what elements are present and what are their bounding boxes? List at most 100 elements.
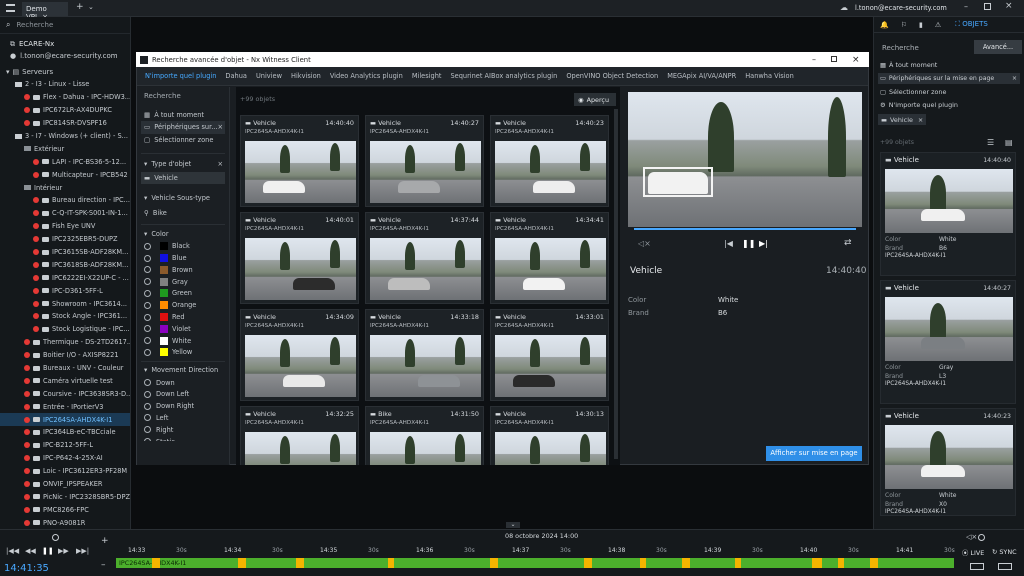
color-option[interactable]: Blue <box>137 252 229 264</box>
close-icon[interactable]: × <box>1005 1 1013 11</box>
resource-search[interactable]: ⌕ Recherche <box>0 17 130 34</box>
timeline-event-marker[interactable] <box>238 558 246 568</box>
plugin-tab[interactable]: Dahua <box>225 72 247 80</box>
tree-item[interactable]: PNO-A9081R <box>0 516 130 529</box>
tree-item[interactable]: Loic - IPC3612ER3-PF28M <box>0 465 130 478</box>
seek-bar[interactable] <box>634 228 856 230</box>
color-option[interactable]: Yellow <box>137 347 229 359</box>
tree-item[interactable]: Flex - Dahua - IPC-HDW3... <box>0 91 130 104</box>
loop-icon[interactable]: ⇄ <box>844 238 852 248</box>
video-preview[interactable] <box>628 92 862 227</box>
tree-item[interactable]: IPC264SA-AHDX4K-I1 <box>0 413 130 427</box>
radio-icon[interactable] <box>144 438 151 441</box>
color-option[interactable]: Black <box>137 240 229 252</box>
plugin-tab[interactable]: Uniview <box>256 72 282 80</box>
motion-icon[interactable]: ⚐ <box>901 21 907 29</box>
direction-option[interactable]: Left <box>137 412 229 424</box>
result-card[interactable]: ▬ Vehicle 14:40:40 IPC264SA-AHDX4K-I1 <box>240 115 359 207</box>
color-option[interactable]: White <box>137 335 229 347</box>
speed-knob-icon[interactable] <box>978 534 985 541</box>
dialog-maximize-icon[interactable] <box>831 56 837 62</box>
timeline-event-marker[interactable] <box>735 558 741 568</box>
tree-item[interactable]: 3 - I7 - Windows (+ client) - S... <box>0 130 130 143</box>
layout-tab[interactable]: Demo VPI× <box>22 2 68 21</box>
list-view-icon[interactable]: ☰ <box>987 138 994 147</box>
pause-icon[interactable]: ❚❚ <box>42 547 54 555</box>
color-option[interactable]: Orange <box>137 299 229 311</box>
pause-icon[interactable]: ❚❚ <box>742 239 755 248</box>
direction-option[interactable]: Right <box>137 424 229 436</box>
zoom-in-icon[interactable]: + <box>101 536 109 546</box>
direction-option[interactable]: Down <box>137 377 229 389</box>
tree-item[interactable]: 2 - I3 - Linux - Lisse <box>0 78 130 91</box>
object-type-header[interactable]: ▾ Type d'objet × <box>137 158 229 170</box>
tree-item[interactable]: C-Q-IT-SPK-S001-IN-1... <box>0 207 130 220</box>
plugin-tab[interactable]: Video Analytics plugin <box>330 72 403 80</box>
right-device-filter[interactable]: ▭ Périphériques sur la mise en page × <box>878 73 1020 84</box>
current-user[interactable]: ● l.tonon@ecare-security.com <box>0 50 130 62</box>
tree-item[interactable]: Caméra virtuelle test <box>0 374 130 387</box>
direction-option[interactable]: Down Left <box>137 388 229 400</box>
tree-item[interactable]: PicNic - IPC2328SBR5-DPZ <box>0 491 130 504</box>
show-on-layout-button[interactable]: Afficher sur mise en page <box>766 446 862 461</box>
radio-icon[interactable] <box>144 390 151 398</box>
warning-icon[interactable]: ⚠ <box>935 21 941 29</box>
servers-group[interactable]: ▾ ▤ Serveurs <box>0 65 130 78</box>
results-scrollbar[interactable] <box>614 109 618 459</box>
radio-icon[interactable] <box>144 414 151 422</box>
radio-icon[interactable] <box>144 289 151 297</box>
minimize-icon[interactable]: – <box>964 2 968 11</box>
maximize-icon[interactable] <box>984 3 991 10</box>
right-zone-filter[interactable]: ▢ Sélectionner zone <box>880 88 946 96</box>
zoom-out-icon[interactable]: – <box>101 560 106 570</box>
timeline-event-marker[interactable] <box>682 558 690 568</box>
plugin-tab[interactable]: MEGApix AI/VA/ANPR <box>667 72 736 80</box>
result-card[interactable]: ▬ Vehicle 14:33:18 IPC264SA-AHDX4K-I1 <box>365 309 484 401</box>
color-option[interactable]: Red <box>137 311 229 323</box>
device-filter[interactable]: ▭ Périphériques sur... × <box>141 121 225 134</box>
radio-icon[interactable] <box>144 313 151 321</box>
event-card[interactable]: ▬ Vehicle 14:40:23 Color White Brand X0 IPC264… <box>880 408 1016 516</box>
notifications-icon[interactable]: 🔔 <box>880 21 889 29</box>
right-plugin-filter[interactable]: ⚙ N'importe quel plugin <box>880 101 958 109</box>
radio-icon[interactable] <box>144 301 151 309</box>
previous-frame-icon[interactable]: |◀ <box>724 239 733 248</box>
tree-item[interactable]: Bureau direction - IPC... <box>0 194 130 207</box>
tree-item[interactable]: IPC3615SB-ADF28KM... <box>0 246 130 259</box>
tree-item[interactable]: Fish Eye UNV <box>0 220 130 233</box>
tree-item[interactable]: IPC814SR-DVSPF16 <box>0 117 130 130</box>
resource-search-input[interactable]: Recherche <box>16 21 53 29</box>
tree-item[interactable]: ONVIF_IPSPEAKER <box>0 478 130 491</box>
skip-forward-icon[interactable]: ▶▶| <box>76 547 89 555</box>
tree-item[interactable]: Boitier I/O - AXISP8221 <box>0 349 130 362</box>
color-option[interactable]: Violet <box>137 323 229 335</box>
clear-type-icon[interactable]: × <box>217 160 223 168</box>
preview-toggle-button[interactable]: ◉ Aperçu <box>574 93 616 106</box>
timeline-event-marker[interactable] <box>296 558 304 568</box>
zone-filter[interactable]: ▢ Sélectionner zone <box>137 134 229 146</box>
radio-icon[interactable] <box>144 254 151 262</box>
timeline-event-marker[interactable] <box>388 558 394 568</box>
tree-item[interactable]: Multicapteur - IPCB542 <box>0 168 130 181</box>
advanced-button[interactable]: Avancé... <box>974 40 1022 54</box>
tree-item[interactable]: IPC2325EBR5-DUPZ <box>0 233 130 246</box>
radio-icon[interactable] <box>144 242 151 250</box>
radio-icon[interactable] <box>144 348 151 356</box>
result-card[interactable]: ▬ Bike 14:31:50 IPC264SA-AHDX4K-I1 <box>365 406 484 465</box>
add-tab-icon[interactable]: + <box>76 2 84 12</box>
tree-item[interactable]: Stock Angle - IPC361... <box>0 310 130 323</box>
radio-icon[interactable] <box>144 325 151 333</box>
radio-icon[interactable] <box>144 266 151 274</box>
tree-item[interactable]: IPC3618SB-ADF28KM... <box>0 258 130 271</box>
user-label[interactable]: l.tonon@ecare-security.com <box>855 4 947 12</box>
result-card[interactable]: ▬ Vehicle 14:37:44 IPC264SA-AHDX4K-I1 <box>365 212 484 304</box>
event-card[interactable]: ▬ Vehicle 14:40:27 Color Gray Brand L3 IPC264S… <box>880 280 1016 404</box>
result-card[interactable]: ▬ Vehicle 14:30:13 IPC264SA-AHDX4K-I1 <box>490 406 609 465</box>
tree-item[interactable]: Entrée - IPortierV3 <box>0 400 130 413</box>
timeline-event-marker[interactable] <box>152 558 160 568</box>
timeline-event-marker[interactable] <box>838 558 844 568</box>
timeline-event-marker[interactable] <box>584 558 592 568</box>
tree-item[interactable]: IPC6222EI-X22UP-C - ... <box>0 271 130 284</box>
rewind-icon[interactable]: ◀◀ <box>25 547 36 555</box>
result-card[interactable]: ▬ Vehicle 14:40:01 IPC264SA-AHDX4K-I1 <box>240 212 359 304</box>
